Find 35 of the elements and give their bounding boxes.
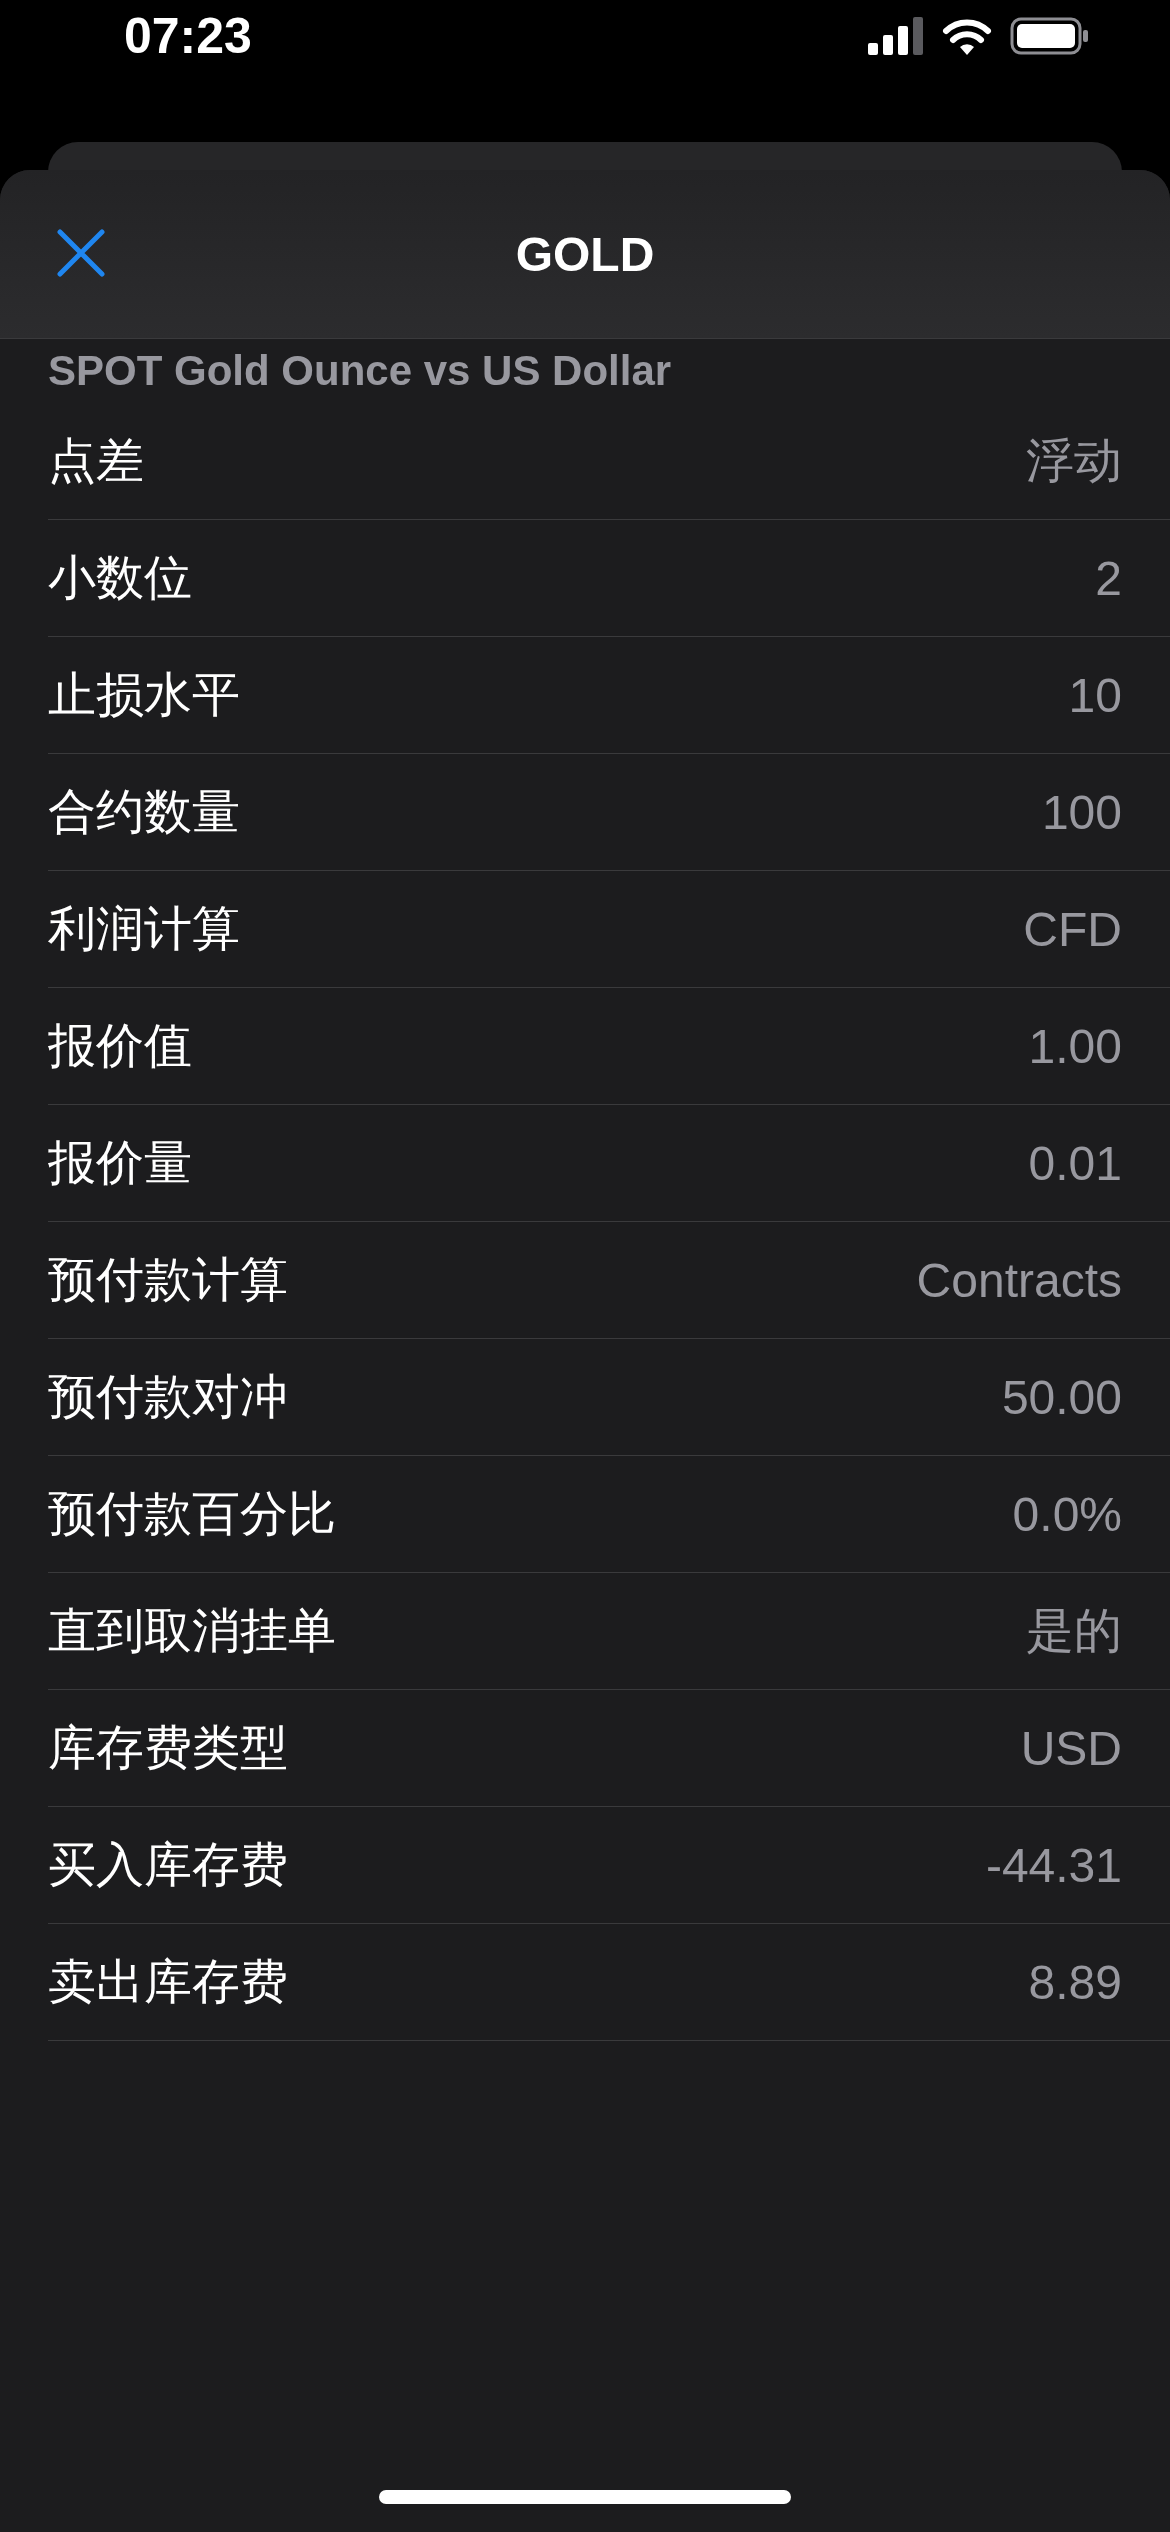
row-value: 0.01 (1028, 1135, 1122, 1191)
row-label: 小数位 (48, 550, 192, 606)
row-value: 0.0% (1012, 1486, 1122, 1542)
row-value: Contracts (916, 1252, 1122, 1308)
row-label: 预付款计算 (48, 1252, 288, 1308)
wifi-icon (942, 17, 992, 55)
row-value: CFD (1023, 901, 1122, 957)
row-label: 报价值 (48, 1018, 192, 1074)
row-label: 合约数量 (48, 784, 240, 840)
row-label: 买入库存费 (48, 1837, 288, 1893)
section-title: SPOT Gold Ounce vs US Dollar (47, 346, 673, 396)
row-value: 1.00 (1028, 1018, 1122, 1074)
row-value: 2 (1095, 550, 1122, 606)
row-value: 100 (1041, 784, 1122, 840)
row-value: 浮动 (1026, 433, 1122, 489)
close-icon[interactable] (56, 228, 106, 278)
row-label: 卖出库存费 (48, 1954, 288, 2010)
row-label: 止损水平 (48, 667, 240, 723)
row-value: 10 (1068, 667, 1122, 723)
row-label: 报价量 (48, 1135, 192, 1191)
row-label: 库存费类型 (48, 1720, 288, 1776)
row-label: 利润计算 (48, 901, 240, 957)
row-label: 预付款对冲 (48, 1369, 288, 1425)
row-value: 50.00 (1001, 1369, 1122, 1425)
battery-icon (1010, 17, 1090, 55)
row-label: 预付款百分比 (48, 1486, 336, 1542)
row-label: 点差 (48, 433, 144, 489)
row-value: -44.31 (985, 1837, 1122, 1893)
row-label: 直到取消挂单 (48, 1603, 336, 1659)
row-value: 是的 (1026, 1603, 1122, 1659)
row-value: 8.89 (1028, 1954, 1122, 2010)
header-title: GOLD (515, 226, 655, 282)
status-time: 07:23 (124, 7, 252, 65)
signal-icon (868, 17, 924, 55)
row-value: USD (1020, 1720, 1122, 1776)
